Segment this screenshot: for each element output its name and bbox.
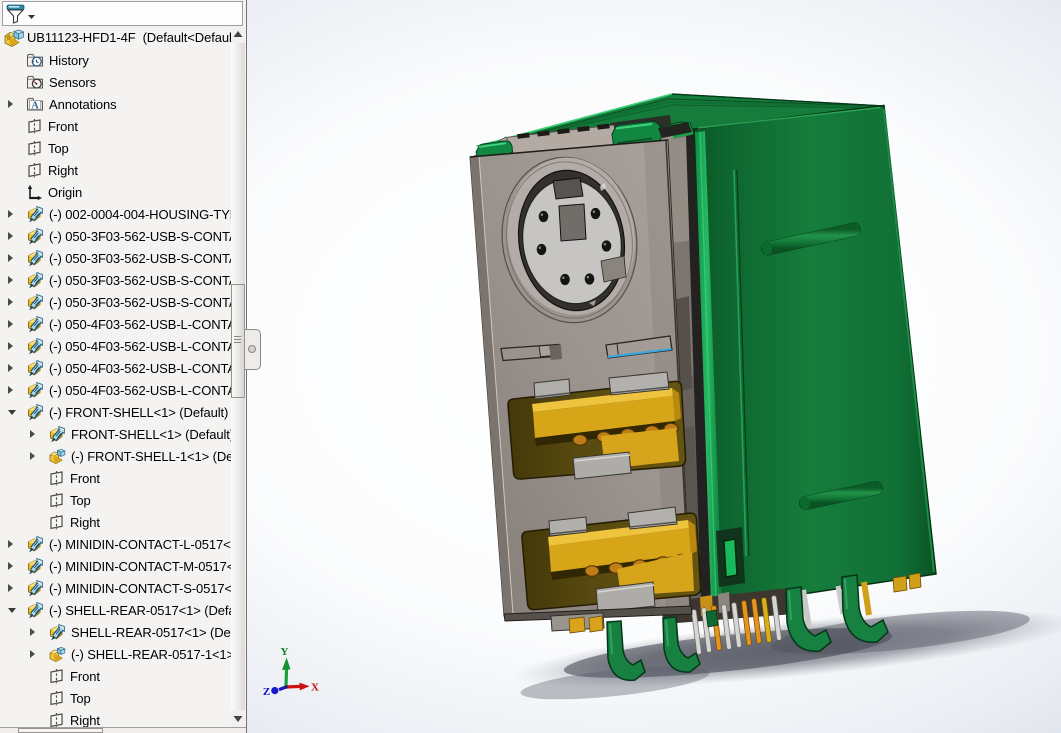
svg-text:Z: Z <box>263 686 270 698</box>
svg-text:Y: Y <box>281 646 289 658</box>
svg-text:A: A <box>31 100 39 111</box>
svg-text:X: X <box>311 682 319 694</box>
